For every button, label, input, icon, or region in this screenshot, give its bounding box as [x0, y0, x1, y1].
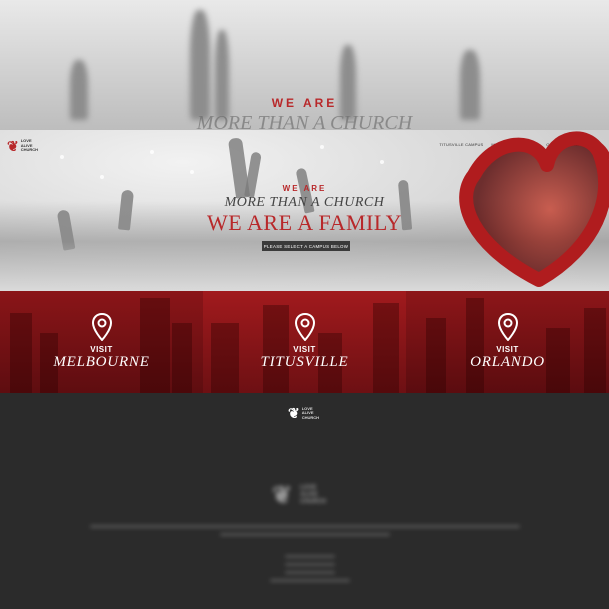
campus-city-orlando: ORLANDO [470, 354, 545, 370]
select-campus-button[interactable]: PLEASE SELECT A CAMPUS BELOW [262, 241, 350, 251]
campus-city-melbourne: MELBOURNE [53, 354, 150, 370]
hero-we-are-a-family: WE ARE A FAMILY [207, 210, 402, 235]
heart-logo-icon: ❦ [7, 138, 19, 154]
blurred-hero-preview: WE ARE MORE THAN A CHURCH [0, 0, 609, 130]
campus-card-melbourne[interactable]: VISIT MELBOURNE [0, 291, 203, 393]
heart-logo-icon: ❦ [288, 405, 300, 421]
campus-card-orlando[interactable]: VISIT ORLANDO [406, 291, 609, 393]
campus-visit-label: VISIT [90, 345, 113, 354]
hero-section: ❦ LOVE ALIVE CHURCH TITUSVILLE CAMPUS ME… [0, 130, 609, 291]
site-logo[interactable]: ❦ LOVE ALIVE CHURCH [7, 139, 39, 153]
blurred-more-than-church: MORE THAN A CHURCH [196, 112, 413, 130]
location-pin-icon [497, 313, 518, 341]
logo-text: LOVE ALIVE CHURCH [20, 138, 39, 153]
footer-blurred-preview: ❦ LOVE ALIVE CHURCH [0, 475, 609, 609]
blurred-we-are: WE ARE [271, 96, 338, 110]
campus-grid: VISIT MELBOURNE VISIT TITUSVILLE VISIT O… [0, 291, 609, 393]
hero-we-are: WE ARE [282, 184, 327, 193]
campus-visit-label: VISIT [293, 345, 316, 354]
footer: ❦ LOVE ALIVE CHURCH ❦ LOVE ALIVE CHURCH [0, 393, 609, 609]
footer-logo[interactable]: ❦ LOVE ALIVE CHURCH [288, 405, 320, 422]
hero-more-than-church: MORE THAN A CHURCH [224, 195, 385, 210]
location-pin-icon [294, 313, 315, 341]
page: WE ARE MORE THAN A CHURCH ❦ LOVE ALIVE C… [0, 0, 609, 609]
campus-city-titusville: TITUSVILLE [260, 354, 349, 370]
location-pin-icon [91, 313, 112, 341]
footer-logo-text: LOVE ALIVE CHURCH [301, 405, 320, 420]
campus-visit-label: VISIT [496, 345, 519, 354]
campus-card-titusville[interactable]: VISIT TITUSVILLE [203, 291, 406, 393]
